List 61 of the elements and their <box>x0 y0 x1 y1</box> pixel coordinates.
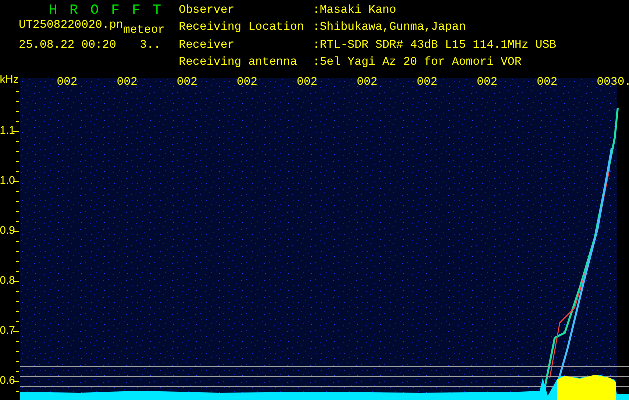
tick-mark <box>16 301 19 302</box>
time-label: 002 <box>297 77 318 88</box>
tick-mark <box>13 231 19 232</box>
tick-mark <box>16 91 19 92</box>
axis-label: 0.9 <box>0 226 16 237</box>
time-label: 002 <box>177 77 198 88</box>
time-label: 0030. <box>597 77 629 88</box>
tick-mark <box>13 381 19 382</box>
info-label: Receiving Location <box>179 22 306 36</box>
info-label: Receiving antenna <box>179 56 298 71</box>
tick-mark <box>16 161 19 162</box>
tick-mark <box>16 121 19 122</box>
unit-label: kHz <box>0 75 19 86</box>
info-value: :RTL-SDR SDR# 43dB L15 114.1MHz USB <box>313 40 557 54</box>
tick-mark <box>16 351 19 352</box>
axis-label: 1.0 <box>0 176 16 187</box>
tick-mark <box>16 371 19 372</box>
time-label: 002 <box>57 77 78 88</box>
tick-mark <box>16 311 19 312</box>
tick-mark <box>16 361 19 362</box>
app-title: H R O F F T <box>48 4 164 18</box>
mode-label: meteor <box>123 25 166 36</box>
tick-mark <box>13 331 19 332</box>
tick-mark <box>16 341 19 342</box>
tick-mark <box>16 171 19 172</box>
tick-mark <box>13 181 19 182</box>
tick-mark <box>16 321 19 322</box>
info-label: Receiver <box>179 40 236 54</box>
axis-label: 0.6 <box>0 376 16 387</box>
tick-mark <box>16 271 19 272</box>
file-name: UT2508220020.pn <box>19 20 124 32</box>
tick-mark <box>16 261 19 262</box>
tick-mark <box>16 201 19 202</box>
tick-mark <box>16 391 19 392</box>
tick-mark <box>16 291 19 292</box>
time-label: 002 <box>477 77 498 88</box>
info-value: :Masaki Kano <box>313 5 398 19</box>
tick-mark <box>16 251 19 252</box>
axis-label: 0.7 <box>0 326 16 337</box>
info-label: Observer <box>179 5 236 19</box>
tick-mark <box>16 221 19 222</box>
info-value: :Shibukawa,Gunma,Japan <box>313 22 468 36</box>
tick-mark <box>16 151 19 152</box>
count-label: 3.. <box>140 40 161 51</box>
tick-mark <box>13 131 19 132</box>
tick-mark <box>16 101 19 102</box>
tick-mark <box>16 111 19 112</box>
timestamp: 25.08.22 00:20 <box>19 40 118 51</box>
tick-mark <box>16 211 19 212</box>
tick-mark <box>13 281 19 282</box>
time-label: 002 <box>417 77 438 88</box>
time-label: 002 <box>537 77 558 88</box>
axis-label: 1.1 <box>0 126 16 137</box>
info-value: :5el Yagi Az 20 for Aomori VOR <box>313 56 523 71</box>
time-label: 002 <box>357 77 378 88</box>
time-label: 002 <box>237 77 258 88</box>
axis-label: 0.8 <box>0 276 16 287</box>
tick-mark <box>16 141 19 142</box>
time-label: 002 <box>117 77 138 88</box>
tick-mark <box>16 191 19 192</box>
tick-mark <box>16 241 19 242</box>
